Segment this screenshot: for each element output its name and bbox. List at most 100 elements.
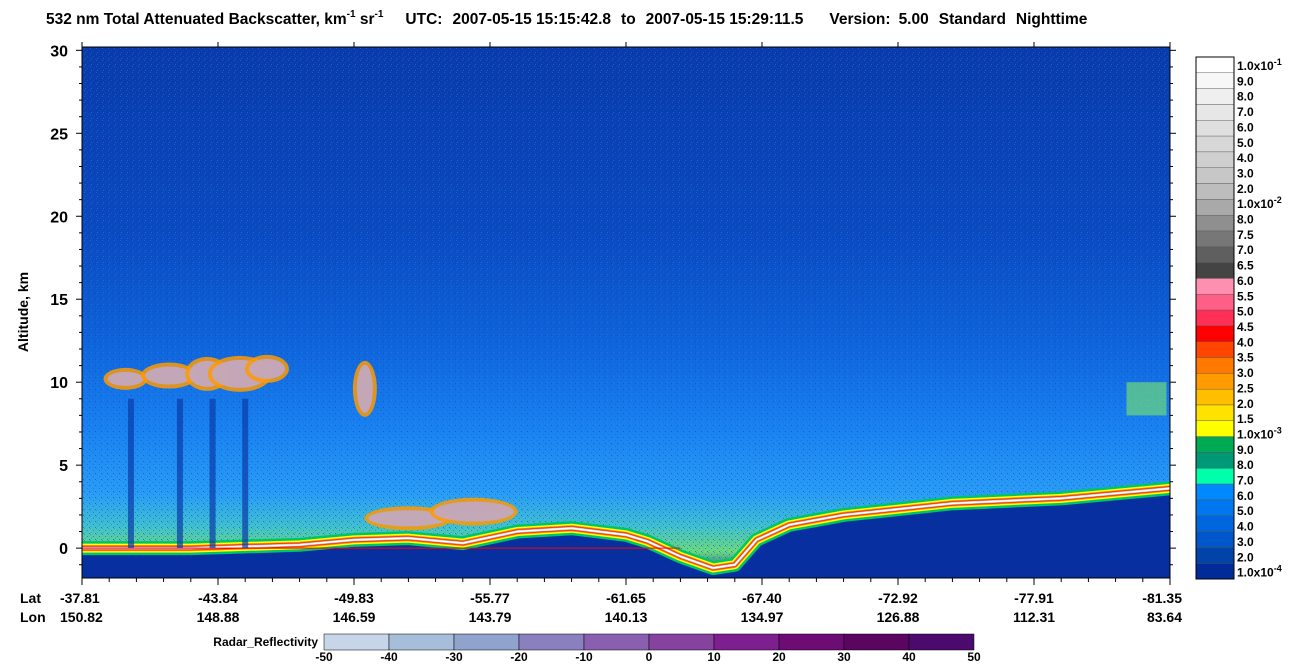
colorbar-label: 8.0 <box>1237 213 1254 227</box>
cloud-core <box>356 364 373 413</box>
radar-swatch <box>323 633 390 651</box>
colorbar-swatch <box>1195 120 1235 137</box>
radar-tick-label: 10 <box>707 650 721 664</box>
colorbar-swatch <box>1195 420 1235 437</box>
backscatter-colorbar: 1.0x10-19.08.07.06.05.04.03.02.01.0x10-2… <box>1195 56 1282 580</box>
colorbar-label: 8.0 <box>1237 458 1254 472</box>
colorbar-label: 4.0 <box>1237 151 1254 165</box>
lat-tick-label: -77.91 <box>1014 590 1054 606</box>
y-tick-label: 25 <box>50 126 68 143</box>
colorbar-label: 3.0 <box>1237 535 1254 549</box>
lat-tick-label: -49.83 <box>334 590 374 606</box>
colorbar-swatch <box>1195 531 1235 548</box>
radar-swatch <box>778 633 845 651</box>
lon-tick-label: 112.31 <box>1013 609 1055 625</box>
y-tick-label: 15 <box>50 292 68 309</box>
lon-tick-label: 140.13 <box>605 609 648 625</box>
backscatter-curtain <box>82 47 1170 578</box>
colorbar-label: 1.0x10-4 <box>1237 564 1282 580</box>
colorbar-label: 7.0 <box>1237 474 1254 488</box>
lon-row-label: Lon <box>20 609 46 625</box>
colorbar-swatch <box>1195 515 1235 532</box>
y-tick-label: 5 <box>59 458 68 475</box>
colorbar-label: 2.0 <box>1237 550 1254 564</box>
colorbar-swatch <box>1195 404 1235 422</box>
radar-tick-label: -10 <box>575 650 593 664</box>
colorbar-swatch <box>1195 214 1235 232</box>
colorbar-label: 4.0 <box>1237 335 1254 349</box>
radar-tick-label: -50 <box>315 650 333 664</box>
colorbar-label: 8.0 <box>1237 90 1254 104</box>
colorbar-swatch <box>1195 104 1235 121</box>
radar-swatch <box>908 633 975 651</box>
colorbar-swatch <box>1195 325 1235 342</box>
radar-tick-label: 50 <box>967 650 981 664</box>
radar-swatch <box>583 633 650 651</box>
colorbar-swatch <box>1195 230 1235 248</box>
lat-tick-label: -81.35 <box>1142 590 1182 606</box>
colorbar-swatch <box>1195 183 1235 200</box>
lat-tick-label: -55.77 <box>470 590 510 606</box>
cloud-core <box>107 371 144 386</box>
radar-swatch <box>713 633 780 651</box>
radar-swatch <box>518 633 585 651</box>
colorbar-label: 5.5 <box>1237 289 1254 303</box>
colorbar-swatch <box>1195 278 1235 295</box>
colorbar-label: 6.0 <box>1237 489 1254 503</box>
y-tick-label: 0 <box>59 541 68 558</box>
lat-tick-label: -67.40 <box>742 590 782 606</box>
colorbar-label: 3.0 <box>1237 366 1254 380</box>
colorbar-swatch <box>1195 167 1235 184</box>
colorbar-label: 4.5 <box>1237 320 1254 334</box>
colorbar-swatch <box>1195 56 1235 74</box>
lat-tick-label: -72.92 <box>878 590 918 606</box>
colorbar-swatch <box>1195 246 1235 263</box>
thin-cloud <box>1126 382 1167 416</box>
y-axis-label: Altitude, km <box>15 272 31 352</box>
cloud-core <box>248 358 285 379</box>
radar-colorbar-label: Radar_Reflectivity <box>213 635 318 649</box>
colorbar-swatch <box>1195 309 1235 327</box>
colorbar-label: 7.5 <box>1237 228 1254 242</box>
lon-tick-label: 126.88 <box>877 609 920 625</box>
colorbar-swatch <box>1195 262 1235 279</box>
colorbar-swatch <box>1195 436 1235 453</box>
y-tick-label: 20 <box>50 209 68 226</box>
radar-tick-label: -20 <box>510 650 528 664</box>
lon-tick-label: 134.97 <box>741 609 784 625</box>
attenuation-column <box>209 398 216 549</box>
lon-tick-label: 146.59 <box>333 609 376 625</box>
lat-tick-label: -61.65 <box>606 590 646 606</box>
lat-tick-label: -43.84 <box>198 590 238 606</box>
radar-swatch <box>453 633 520 651</box>
radar-swatch <box>843 633 910 651</box>
attenuation-column <box>242 398 249 549</box>
colorbar-label: 3.0 <box>1237 166 1254 180</box>
colorbar-swatch <box>1195 483 1235 501</box>
colorbar-label: 5.0 <box>1237 305 1254 319</box>
radar-tick-label: 20 <box>772 650 786 664</box>
colorbar-label: 7.0 <box>1237 105 1254 119</box>
radar-reflectivity-colorbar: Radar_Reflectivity-50 -40 -30 -20 -10 0 10 20 30… <box>213 633 981 664</box>
colorbar-label: 2.0 <box>1237 182 1254 196</box>
colorbar-swatch <box>1195 199 1235 216</box>
colorbar-label: 6.0 <box>1237 120 1254 134</box>
colorbar-label: 6.5 <box>1237 259 1254 273</box>
radar-tick-label: -30 <box>445 650 463 664</box>
attenuation-column <box>176 398 183 549</box>
colorbar-swatch <box>1195 562 1235 580</box>
colorbar-label: 2.0 <box>1237 397 1254 411</box>
figure: 532 nm Total Attenuated Backscatter, km-… <box>15 9 1282 664</box>
colorbar-label: 7.0 <box>1237 243 1254 257</box>
radar-tick-label: 40 <box>902 650 916 664</box>
radar-tick-label: 0 <box>646 650 653 664</box>
lat-row-label: Lat <box>20 590 41 606</box>
colorbar-swatch <box>1195 388 1235 406</box>
colorbar-label: 5.0 <box>1237 504 1254 518</box>
colorbar-swatch <box>1195 499 1235 516</box>
colorbar-swatch <box>1195 341 1235 358</box>
colorbar-swatch <box>1195 88 1235 105</box>
colorbar-swatch <box>1195 357 1235 374</box>
lat-tick-label: -37.81 <box>60 590 100 606</box>
colorbar-label: 1.0x10-2 <box>1237 195 1282 211</box>
